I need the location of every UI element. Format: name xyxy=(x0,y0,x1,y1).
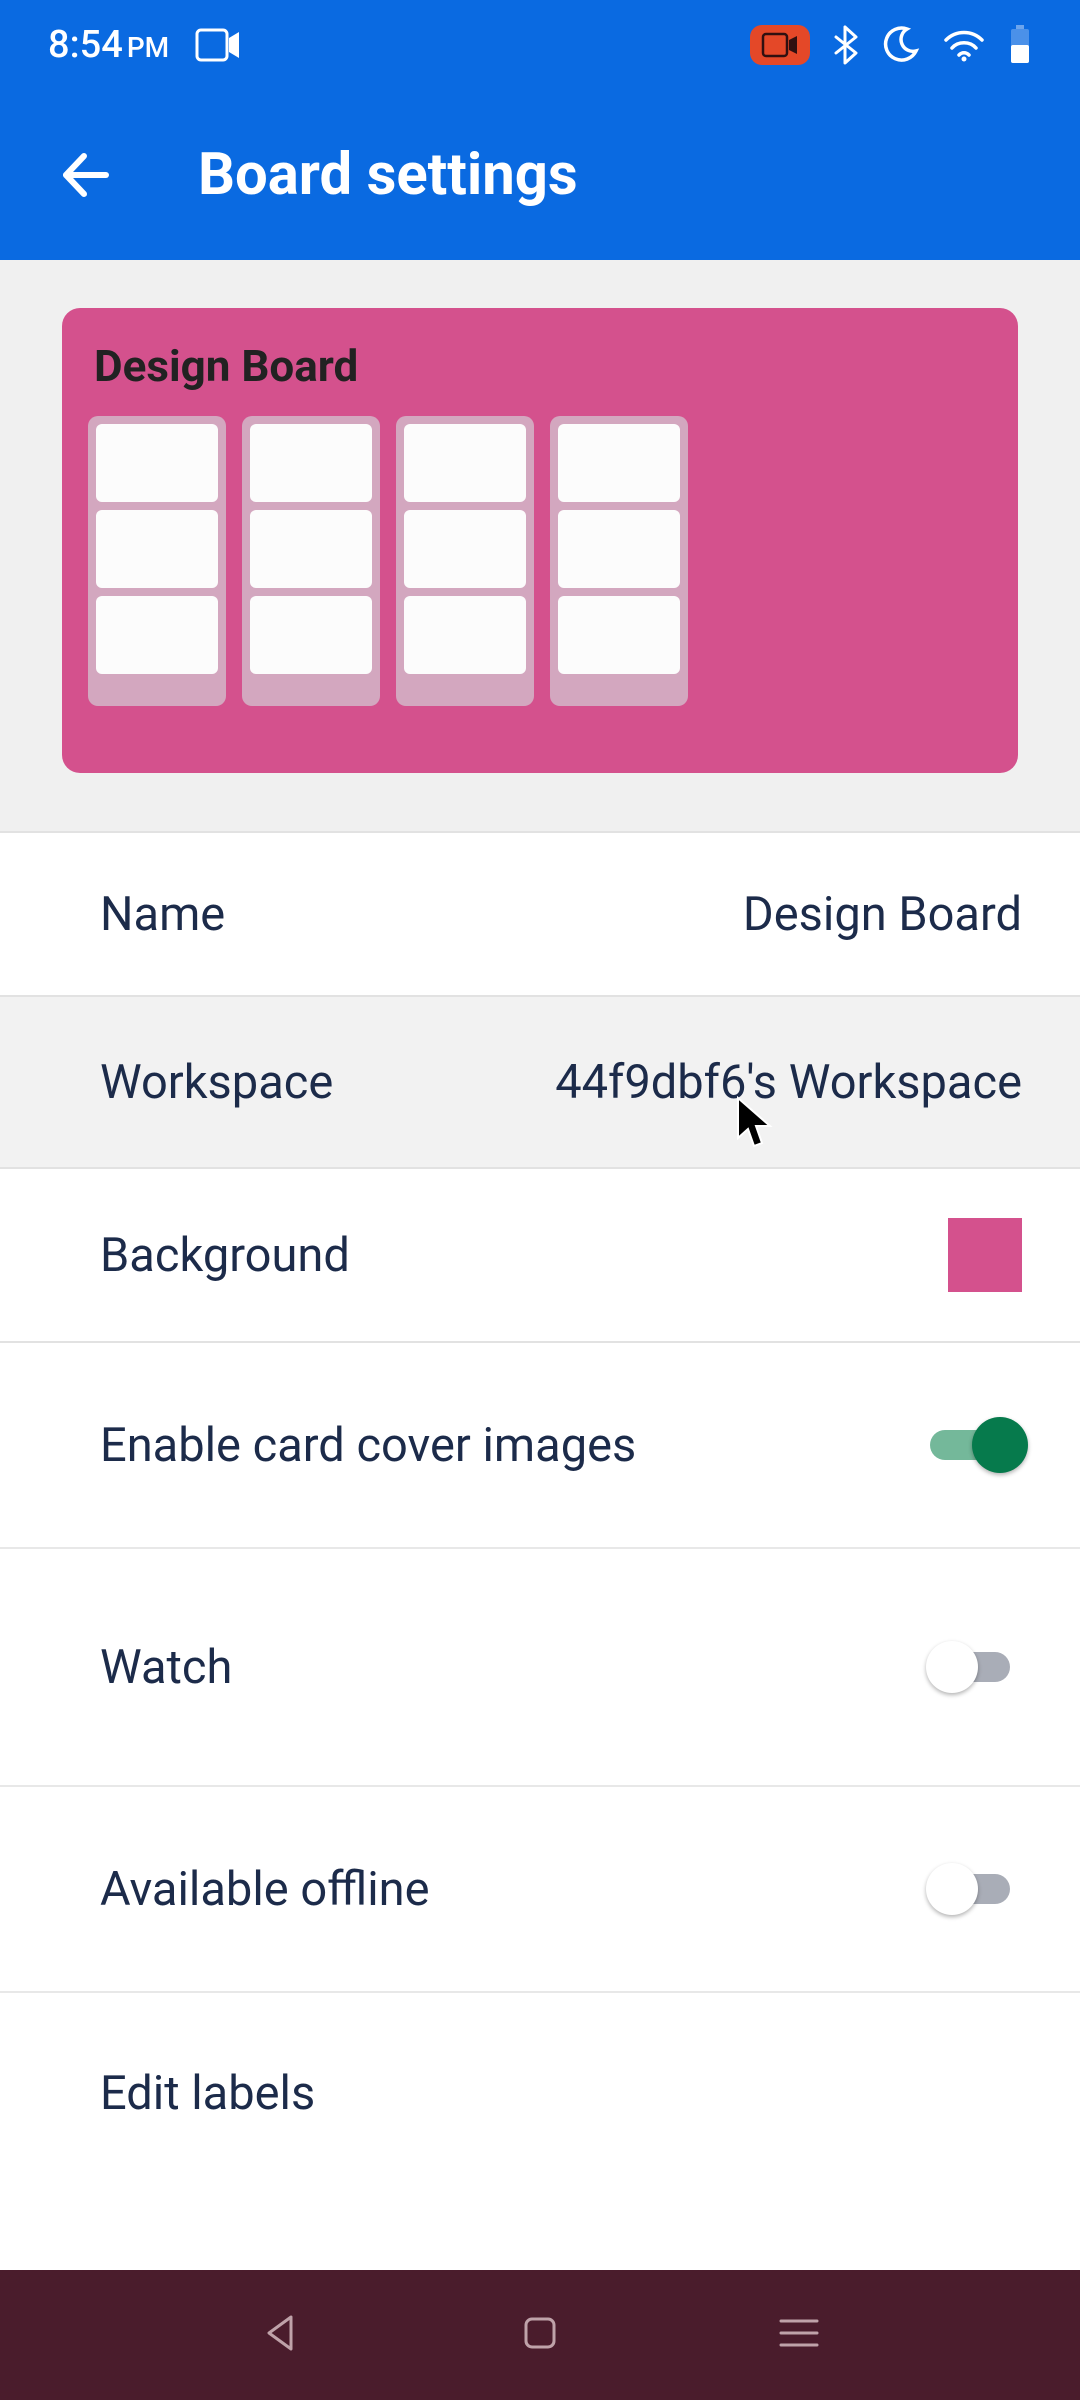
battery-icon xyxy=(1008,25,1032,65)
card-placeholder xyxy=(558,596,680,674)
app-bar: Board settings xyxy=(0,90,1080,260)
screencast-icon xyxy=(195,28,241,62)
card-placeholder xyxy=(250,424,372,502)
toggle-thumb xyxy=(972,1417,1028,1473)
toggle-thumb xyxy=(926,1863,978,1915)
row-background[interactable]: Background xyxy=(0,1169,1080,1343)
background-label: Background xyxy=(100,1228,350,1283)
status-left: 8:54PM xyxy=(48,23,241,67)
nav-recent-icon[interactable] xyxy=(777,2315,821,2355)
card-placeholder xyxy=(404,510,526,588)
settings-list: Name Design Board Workspace 44f9dbf6's W… xyxy=(0,831,1080,2193)
status-right xyxy=(750,25,1032,65)
page-title: Board settings xyxy=(198,141,578,209)
android-nav-bar xyxy=(0,2270,1080,2400)
toggle-thumb xyxy=(926,1641,978,1693)
card-placeholder xyxy=(404,596,526,674)
status-time: 8:54PM xyxy=(48,23,169,67)
card-placeholder xyxy=(96,424,218,502)
row-available-offline[interactable]: Available offline xyxy=(0,1787,1080,1993)
card-placeholder xyxy=(96,596,218,674)
edit-labels-label: Edit labels xyxy=(100,2066,315,2121)
status-time-ampm: PM xyxy=(127,31,169,64)
card-placeholder xyxy=(96,510,218,588)
moon-icon xyxy=(880,25,920,65)
list-column xyxy=(242,416,380,706)
screen-record-badge-icon xyxy=(750,25,810,65)
offline-toggle[interactable] xyxy=(930,1866,1022,1912)
row-workspace[interactable]: Workspace 44f9dbf6's Workspace xyxy=(0,997,1080,1169)
status-time-value: 8:54 xyxy=(48,23,123,67)
name-value: Design Board xyxy=(743,887,1022,942)
card-placeholder xyxy=(558,510,680,588)
background-swatch xyxy=(948,1218,1022,1292)
workspace-value: 44f9dbf6's Workspace xyxy=(555,1055,1022,1110)
board-preview-lists xyxy=(88,416,992,706)
offline-label: Available offline xyxy=(100,1862,430,1917)
watch-label: Watch xyxy=(100,1640,232,1695)
name-label: Name xyxy=(100,887,225,942)
row-name[interactable]: Name Design Board xyxy=(0,831,1080,997)
bluetooth-icon xyxy=(832,25,858,65)
list-column xyxy=(550,416,688,706)
row-watch[interactable]: Watch xyxy=(0,1549,1080,1787)
status-bar: 8:54PM xyxy=(0,0,1080,90)
nav-back-icon[interactable] xyxy=(259,2311,303,2359)
back-arrow-icon[interactable] xyxy=(58,148,112,202)
row-edit-labels[interactable]: Edit labels xyxy=(0,1993,1080,2193)
list-column xyxy=(88,416,226,706)
card-placeholder xyxy=(250,510,372,588)
workspace-label: Workspace xyxy=(100,1055,333,1110)
row-card-cover-images[interactable]: Enable card cover images xyxy=(0,1343,1080,1549)
card-cover-toggle[interactable] xyxy=(930,1422,1022,1468)
board-preview[interactable]: Design Board xyxy=(62,308,1018,773)
watch-toggle[interactable] xyxy=(930,1644,1022,1690)
card-placeholder xyxy=(250,596,372,674)
card-placeholder xyxy=(404,424,526,502)
board-preview-section: Design Board xyxy=(0,260,1080,831)
nav-home-icon[interactable] xyxy=(520,2313,560,2357)
card-cover-label: Enable card cover images xyxy=(100,1418,636,1473)
card-placeholder xyxy=(558,424,680,502)
wifi-icon xyxy=(942,28,986,62)
board-preview-title: Design Board xyxy=(88,340,992,392)
list-column xyxy=(396,416,534,706)
